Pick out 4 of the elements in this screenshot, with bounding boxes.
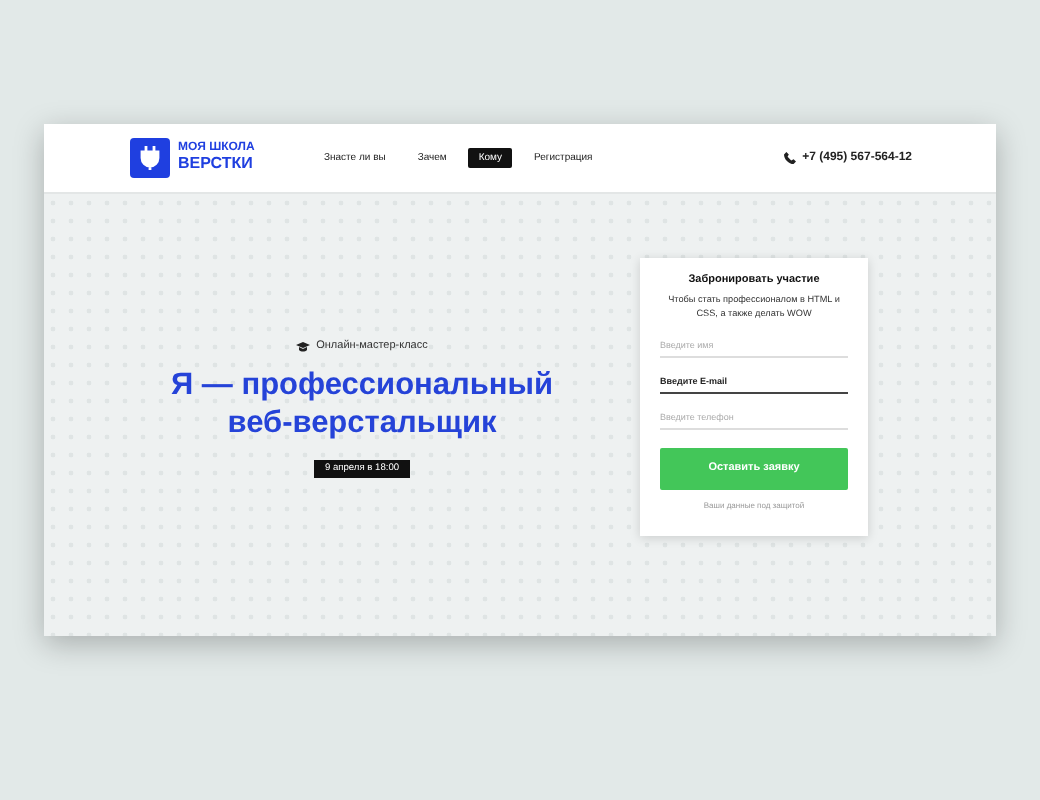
plug-icon <box>130 138 170 178</box>
graduation-cap-icon <box>296 341 311 351</box>
phone-icon <box>784 152 797 164</box>
hero-title: Я — профессиональный веб-верстальщик <box>170 368 554 443</box>
